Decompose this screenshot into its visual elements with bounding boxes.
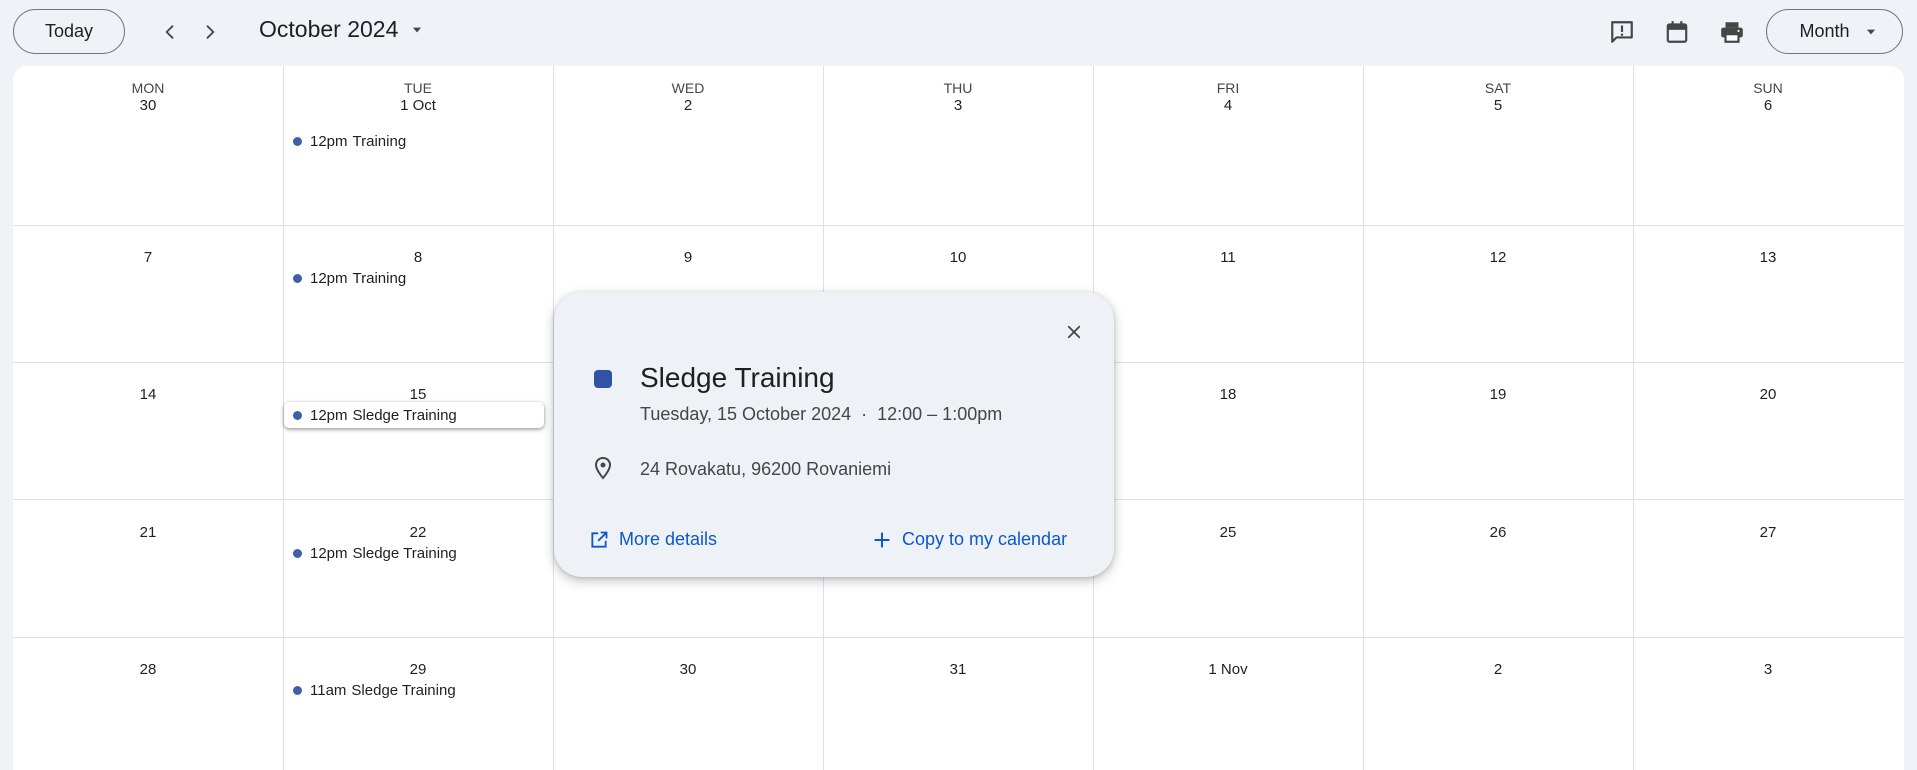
- previous-month-button[interactable]: [153, 15, 187, 49]
- weekday-header: SAT: [1484, 80, 1512, 96]
- day-number[interactable]: 19: [1363, 386, 1633, 403]
- day-number[interactable]: 15: [283, 386, 553, 403]
- day-number[interactable]: 25: [1093, 524, 1363, 541]
- close-icon: [1067, 325, 1081, 339]
- event-time: 11am: [310, 681, 347, 699]
- event-chip[interactable]: 12pm Training: [284, 128, 544, 154]
- grid-row-divider: [13, 225, 1904, 226]
- day-number[interactable]: 4: [1093, 97, 1363, 114]
- event-title: Sledge Training: [351, 681, 456, 699]
- day-number[interactable]: 30: [13, 97, 283, 114]
- feedback-button[interactable]: [1606, 16, 1638, 48]
- day-number[interactable]: 9: [553, 249, 823, 266]
- day-number[interactable]: 20: [1633, 386, 1903, 403]
- event-title: Training: [352, 269, 407, 287]
- print-button[interactable]: [1716, 16, 1748, 48]
- event-title: Sledge Training: [352, 544, 457, 562]
- day-number[interactable]: 31: [823, 661, 1093, 678]
- event-time: 12pm: [310, 406, 348, 424]
- location-pin-icon: [594, 456, 612, 480]
- day-number[interactable]: 5: [1363, 97, 1633, 114]
- weekday-header: TUE: [404, 80, 432, 96]
- event-color-square: [594, 370, 612, 388]
- event-color-dot: [293, 548, 302, 558]
- caret-down-icon: [1866, 29, 1875, 34]
- view-selector-label: Month: [1799, 21, 1850, 41]
- day-number[interactable]: 1 Oct: [283, 97, 553, 114]
- weekday-header: FRI: [1216, 80, 1240, 96]
- day-number[interactable]: 3: [823, 97, 1093, 114]
- day-number[interactable]: 3: [1633, 661, 1903, 678]
- chevron-left-icon: [165, 25, 174, 39]
- event-chip[interactable]: 12pm Training: [284, 265, 544, 291]
- event-time: 12pm: [310, 132, 348, 150]
- print-icon: [1721, 22, 1743, 43]
- event-details-popup: Sledge Training Tuesday, 15 October 2024…: [554, 292, 1114, 577]
- event-title: Training: [352, 132, 407, 150]
- weekday-header: THU: [943, 80, 973, 96]
- day-number[interactable]: 14: [13, 386, 283, 403]
- day-number[interactable]: 27: [1633, 524, 1903, 541]
- plus-icon: [874, 531, 890, 548]
- next-month-button[interactable]: [193, 15, 227, 49]
- day-number[interactable]: 1 Nov: [1093, 661, 1363, 678]
- event-chip[interactable]: 12pm Sledge Training: [284, 540, 544, 566]
- event-color-dot: [293, 273, 302, 283]
- day-number[interactable]: 29: [283, 661, 553, 678]
- event-title: Sledge Training: [640, 362, 835, 393]
- calendar-toolbar: Today October 2024 Month: [0, 0, 1917, 64]
- view-selector-button[interactable]: Month: [1766, 9, 1903, 54]
- event-chip[interactable]: 11am Sledge Training: [284, 677, 544, 703]
- day-number[interactable]: 11: [1093, 249, 1363, 266]
- calendar-button[interactable]: [1661, 16, 1693, 48]
- caret-down-icon: [413, 27, 422, 32]
- day-number[interactable]: 12: [1363, 249, 1633, 266]
- event-title: Sledge Training: [352, 406, 457, 424]
- event-chip[interactable]: 12pm Sledge Training: [284, 402, 544, 428]
- grid-row-divider: [13, 637, 1904, 638]
- more-details-label: More details: [619, 529, 718, 549]
- event-date-time: Tuesday, 15 October 2024 · 12:00 – 1:00p…: [640, 404, 1003, 424]
- event-location: 24 Rovakatu, 96200 Rovaniemi: [640, 459, 892, 479]
- today-button[interactable]: Today: [13, 9, 125, 54]
- open-in-new-icon: [591, 531, 608, 548]
- day-number[interactable]: 13: [1633, 249, 1903, 266]
- day-number[interactable]: 30: [553, 661, 823, 678]
- day-number[interactable]: 21: [13, 524, 283, 541]
- day-number[interactable]: 10: [823, 249, 1093, 266]
- event-color-dot: [293, 410, 302, 420]
- event-color-dot: [293, 685, 302, 695]
- day-number[interactable]: 2: [1363, 661, 1633, 678]
- month-title-dropdown[interactable]: October 2024: [259, 16, 424, 43]
- day-number[interactable]: 18: [1093, 386, 1363, 403]
- day-number[interactable]: 22: [283, 524, 553, 541]
- day-number[interactable]: 2: [553, 97, 823, 114]
- event-color-dot: [293, 136, 302, 146]
- calendar-icon: [1666, 21, 1688, 43]
- feedback-icon: [1611, 21, 1633, 43]
- month-title: October 2024: [259, 16, 399, 42]
- day-number[interactable]: 8: [283, 249, 553, 266]
- event-time: 12pm: [310, 544, 348, 562]
- copy-to-calendar-label: Copy to my calendar: [902, 529, 1068, 549]
- close-popup-button[interactable]: [1056, 314, 1092, 350]
- weekday-header: WED: [671, 80, 705, 96]
- chevron-right-icon: [206, 25, 215, 39]
- more-details-link[interactable]: More details: [589, 529, 717, 550]
- event-time: 12pm: [310, 269, 348, 287]
- weekday-header: MON: [131, 80, 165, 96]
- day-number[interactable]: 26: [1363, 524, 1633, 541]
- weekday-header: SUN: [1753, 80, 1783, 96]
- day-number[interactable]: 7: [13, 249, 283, 266]
- day-number[interactable]: 6: [1633, 97, 1903, 114]
- copy-to-calendar-link[interactable]: Copy to my calendar: [872, 529, 1067, 550]
- day-number[interactable]: 28: [13, 661, 283, 678]
